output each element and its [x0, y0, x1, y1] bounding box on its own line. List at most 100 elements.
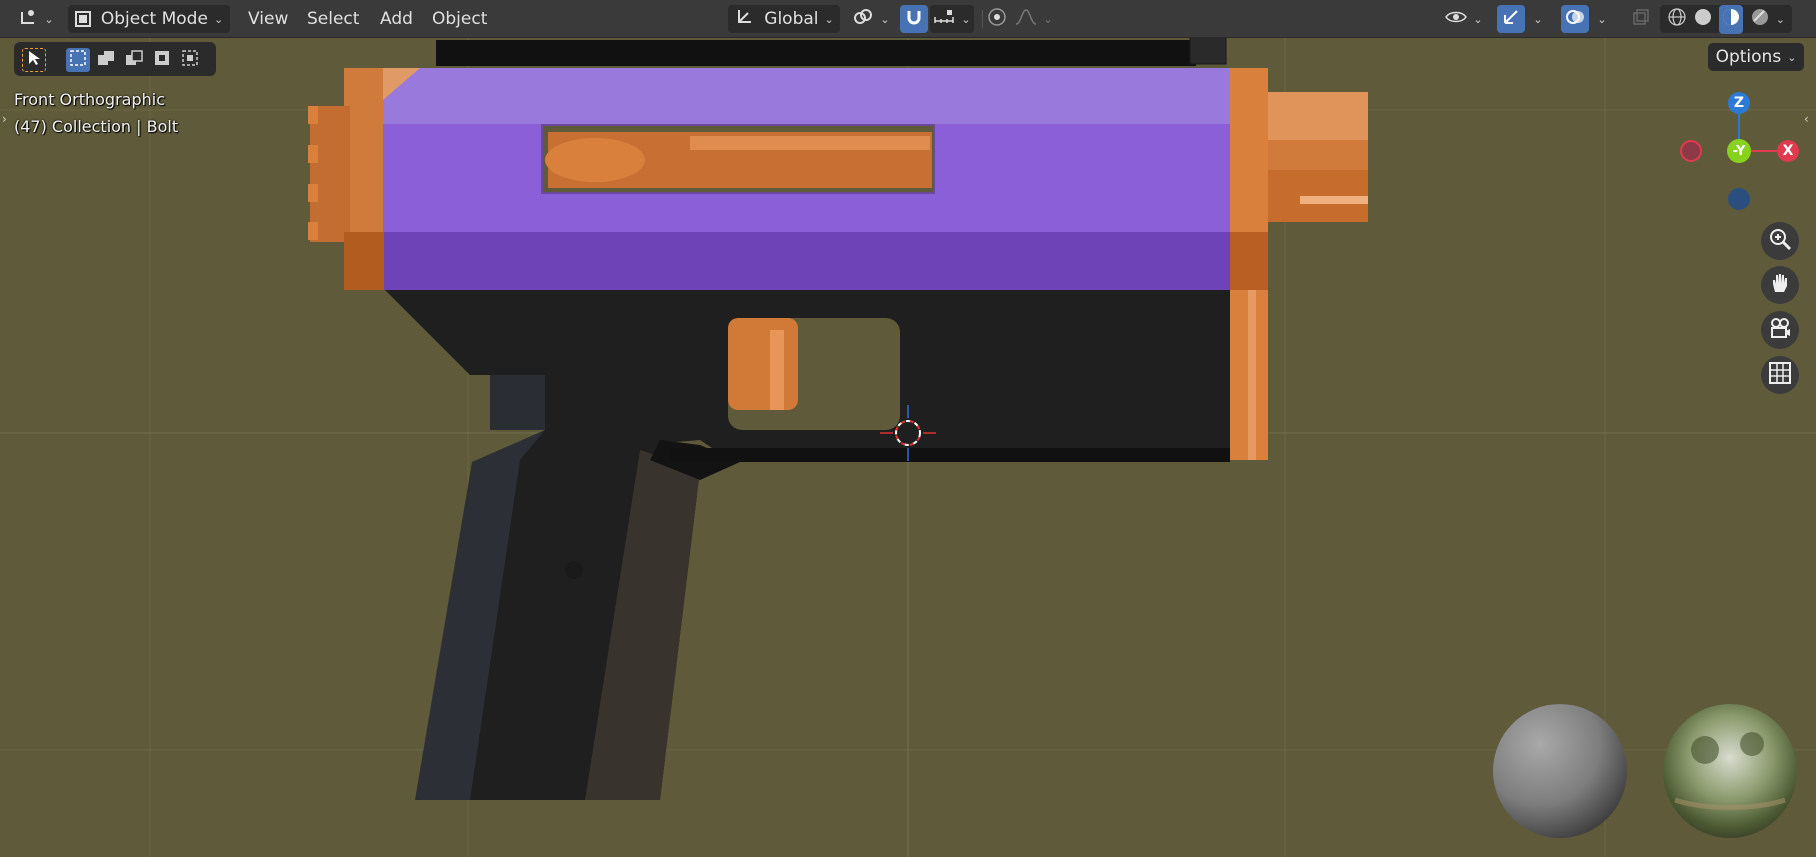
- pivot-point-dropdown[interactable]: ⌄: [850, 5, 892, 33]
- bolt-head: [545, 138, 645, 182]
- orientation-label: Global: [764, 9, 819, 29]
- camera-icon: [1768, 316, 1792, 344]
- hdri-sphere: [1663, 704, 1797, 838]
- grid-ortho-icon: [1768, 361, 1792, 389]
- camera-view-button[interactable]: [1761, 311, 1799, 349]
- wireframe-icon[interactable]: [1667, 7, 1687, 32]
- select-mode-intersect[interactable]: [178, 48, 202, 72]
- gizmo-icon: [1501, 7, 1521, 32]
- pivot-link-icon: [852, 7, 874, 32]
- zoom-button[interactable]: [1761, 222, 1799, 260]
- 3d-viewport-icon: [18, 7, 38, 32]
- slide-front-lower: [1230, 232, 1268, 290]
- rear-lower-block: [344, 232, 384, 290]
- gizmo-x-axis[interactable]: X: [1777, 140, 1799, 162]
- grip-step: [490, 375, 545, 430]
- slide-lower-band: [383, 232, 1231, 290]
- snap-target-dropdown[interactable]: ⌄: [930, 5, 974, 33]
- menu-object[interactable]: Object: [426, 7, 493, 31]
- eye-icon: [1445, 8, 1468, 31]
- select-invert-icon: [153, 49, 171, 71]
- solid-sphere: [1493, 704, 1627, 838]
- ortho-toggle-button[interactable]: [1761, 356, 1799, 394]
- muzzle-stripe: [1300, 196, 1368, 204]
- gizmo-z-axis[interactable]: Z: [1728, 92, 1750, 114]
- chevron-down-icon: ⌄: [1043, 12, 1053, 26]
- chevron-down-icon: ⌄: [44, 12, 54, 26]
- right-panel-arrow-icon[interactable]: ‹: [1804, 112, 1809, 126]
- bolt-highlight: [690, 136, 930, 150]
- chevron-down-icon: ⌄: [961, 12, 971, 26]
- falloff-curve-icon: [1015, 8, 1037, 31]
- xray-icon: [1632, 8, 1650, 31]
- separator: [982, 10, 983, 28]
- hand-pan-icon: [1768, 271, 1792, 299]
- chevron-down-icon: ⌄: [1787, 50, 1797, 64]
- chevron-down-icon: ⌄: [1473, 12, 1483, 26]
- select-mode-subtract[interactable]: [122, 48, 146, 72]
- menu-add[interactable]: Add: [374, 7, 419, 31]
- magnet-icon: [905, 8, 923, 31]
- mode-dropdown[interactable]: Object Mode ⌄: [68, 5, 230, 33]
- rendered-icon[interactable]: [1750, 7, 1770, 32]
- select-intersect-icon: [181, 49, 199, 71]
- shading-mode-group: ⌄: [1660, 4, 1792, 34]
- proportional-editing-toggle[interactable]: [984, 5, 1010, 33]
- editor-type-button[interactable]: ⌄: [14, 5, 58, 33]
- left-panel-arrow-icon[interactable]: ›: [2, 112, 7, 126]
- chevron-down-icon: ⌄: [1597, 12, 1607, 26]
- select-extend-icon: [97, 49, 115, 71]
- overlay-toggle[interactable]: [1561, 5, 1589, 33]
- options-label: Options: [1715, 47, 1782, 67]
- object-mode-icon: [74, 11, 91, 27]
- select-mode-new[interactable]: [66, 48, 90, 72]
- gizmo-dropdown[interactable]: ⌄: [1527, 5, 1549, 33]
- select-new-icon: [69, 49, 87, 71]
- menu-view[interactable]: View: [242, 7, 294, 31]
- snap-increment-icon: [933, 9, 955, 30]
- gizmo-neg-y-axis[interactable]: -Y: [1727, 139, 1751, 163]
- top-rail: [436, 40, 1196, 66]
- zoom-icon: [1768, 227, 1792, 255]
- falloff-dropdown[interactable]: ⌄: [1014, 5, 1054, 33]
- xray-toggle[interactable]: [1627, 5, 1655, 33]
- overlay-icon: [1565, 7, 1585, 32]
- slide-rear-ribs: [310, 106, 350, 242]
- snap-toggle[interactable]: [900, 5, 928, 33]
- overlay-dropdown[interactable]: ⌄: [1591, 5, 1613, 33]
- material-preview-icon[interactable]: [1719, 4, 1744, 34]
- pan-button[interactable]: [1761, 266, 1799, 304]
- proportional-editing-icon: [987, 7, 1007, 32]
- mode-label: Object Mode: [100, 9, 208, 29]
- chevron-down-icon: ⌄: [213, 12, 224, 26]
- select-mode-extend[interactable]: [94, 48, 118, 72]
- visibility-dropdown[interactable]: ⌄: [1442, 5, 1486, 33]
- chevron-down-icon: ⌄: [1533, 12, 1543, 26]
- front-post-highlight: [1248, 290, 1256, 460]
- gizmo-neg-z-axis[interactable]: [1728, 188, 1750, 210]
- select-box-tool[interactable]: [22, 48, 46, 72]
- chevron-down-icon: ⌄: [824, 12, 834, 26]
- select-tool-row: [14, 42, 216, 76]
- frame-shadow-line: [670, 448, 1230, 462]
- lookdev-spheres: [1493, 704, 1797, 838]
- select-box-cursor-icon: [27, 50, 41, 70]
- trigger: [728, 318, 798, 410]
- solid-icon[interactable]: [1693, 7, 1713, 32]
- view-name: Front Orthographic: [14, 90, 166, 109]
- grip-pin: [565, 561, 583, 579]
- orientation-axes-icon: [734, 7, 754, 32]
- select-subtract-icon: [125, 49, 143, 71]
- select-mode-invert[interactable]: [150, 48, 174, 72]
- transform-orientation-dropdown[interactable]: Global ⌄: [728, 5, 840, 33]
- viewport-header: ⌄ Object Mode ⌄ View Select Add Object G…: [0, 0, 1816, 38]
- muzzle-mid: [1268, 140, 1368, 170]
- chevron-down-icon: ⌄: [880, 12, 890, 26]
- chevron-down-icon[interactable]: ⌄: [1776, 13, 1785, 26]
- options-dropdown[interactable]: Options ⌄: [1708, 43, 1804, 71]
- gizmo-neg-x-axis[interactable]: [1680, 140, 1702, 162]
- gizmo-toggle[interactable]: [1497, 5, 1525, 33]
- menu-select[interactable]: Select: [301, 7, 365, 31]
- slide-top-band: [383, 68, 1231, 124]
- trigger-highlight: [770, 330, 784, 410]
